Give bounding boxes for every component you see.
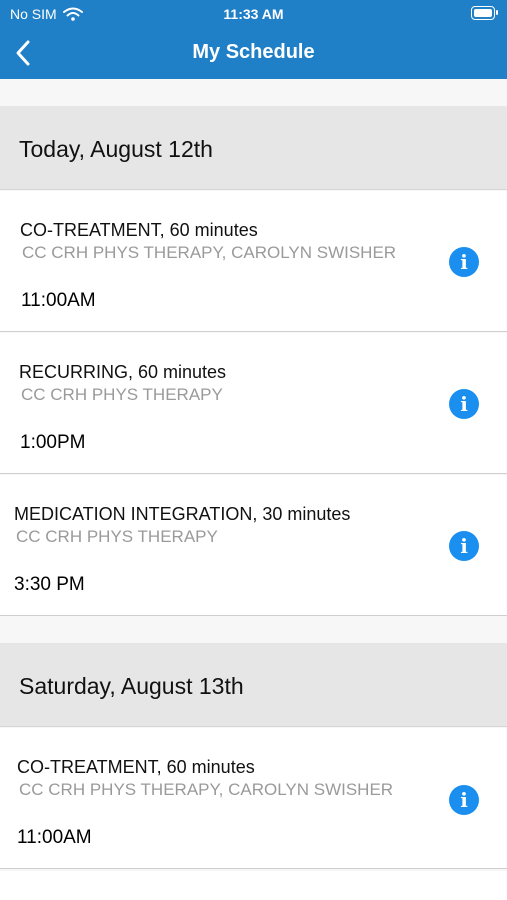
appointment-title: CO-TREATMENT, 60 minutes — [20, 220, 258, 240]
date-section-title: Saturday, August 13th — [19, 673, 244, 699]
appointment-location: CC CRH PHYS THERAPY, CAROLYN SWISHER — [19, 780, 394, 799]
appointment-location: CC CRH PHYS THERAPY, CAROLYN SWISHER — [22, 243, 397, 262]
appointment-row[interactable]: CO-TREATMENT, 60 minutes CC CRH PHYS THE… — [0, 191, 507, 332]
appointment-time: 11:00AM — [21, 290, 96, 311]
date-section-header: Saturday, August 13th — [0, 643, 507, 727]
date-section-title: Today, August 12th — [19, 136, 213, 162]
status-time: 11:33 AM — [223, 6, 284, 22]
appointment-time: 3:30 PM — [14, 574, 85, 595]
info-icon[interactable]: i — [449, 531, 479, 561]
appointment-row[interactable]: RECURRING, 60 minutes CC CRH PHYS THERAP… — [0, 333, 507, 474]
appointment-location: CC CRH PHYS THERAPY — [16, 527, 218, 546]
page-title: My Schedule — [192, 41, 315, 63]
appointment-row[interactable]: CO-TREATMENT, 60 minutes CC CRH PHYS THE… — [0, 728, 507, 869]
appointment-title: CO-TREATMENT, 60 minutes — [17, 757, 255, 777]
date-section-header: Today, August 12th — [0, 106, 507, 190]
battery-level — [474, 9, 492, 17]
appointment-time: 11:00AM — [17, 827, 92, 848]
appointment-time: 1:00PM — [20, 432, 86, 453]
appointment-title: RECURRING, 60 minutes — [19, 362, 227, 382]
appointment-title: MEDICATION INTEGRATION, 30 minutes — [14, 504, 351, 524]
battery-icon — [471, 6, 498, 20]
info-icon[interactable]: i — [449, 389, 479, 419]
app-header: No SIM 11:33 AM My Schedule — [0, 0, 507, 79]
navigation-bar: My Schedule — [0, 28, 507, 79]
info-icon[interactable]: i — [449, 247, 479, 277]
appointment-row[interactable]: MEDICATION INTEGRATION, 30 minutes CC CR… — [0, 475, 507, 616]
schedule-list[interactable]: Today, August 12th CO-TREATMENT, 60 minu… — [0, 79, 507, 900]
status-bar: No SIM 11:33 AM — [0, 0, 507, 28]
appointment-location: CC CRH PHYS THERAPY — [21, 385, 223, 404]
info-icon[interactable]: i — [449, 785, 479, 815]
list-footer — [0, 871, 507, 900]
